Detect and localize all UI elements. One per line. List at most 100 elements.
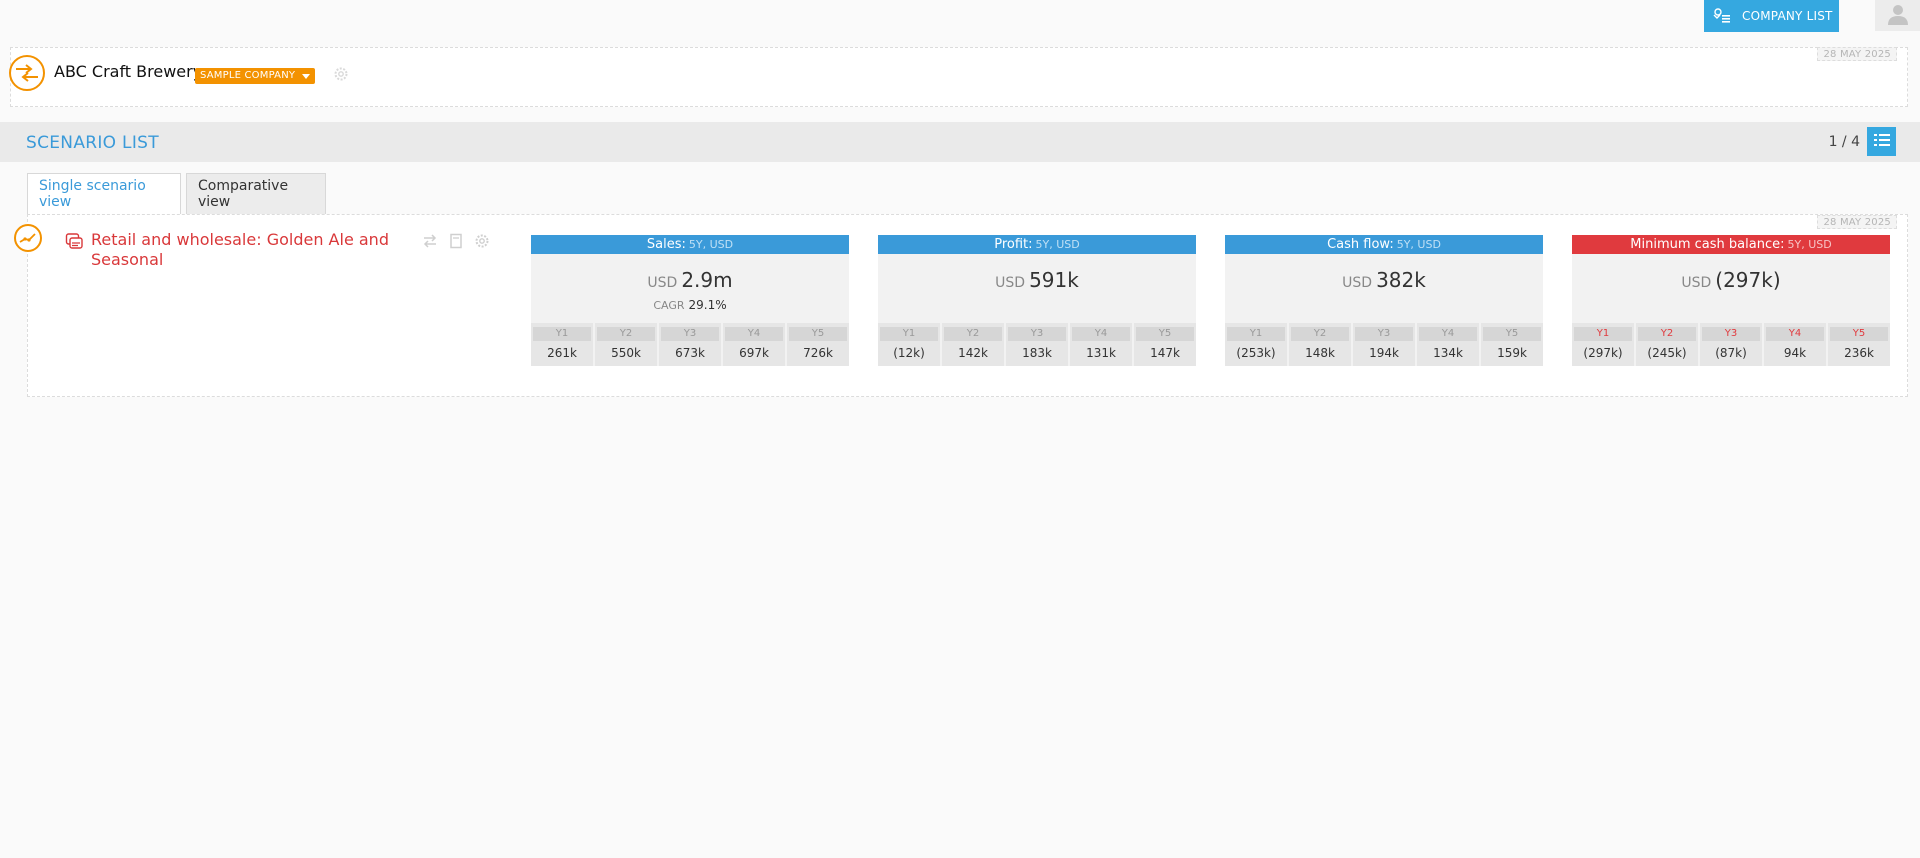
kpi-value: (297k) bbox=[1715, 268, 1781, 292]
year-value: 159k bbox=[1497, 346, 1527, 360]
kpi-value: 591k bbox=[1029, 268, 1079, 292]
list-view-button[interactable] bbox=[1867, 127, 1896, 156]
retail-store-icon bbox=[65, 232, 83, 254]
year-label: Y5 bbox=[1136, 327, 1194, 341]
year-label: Y4 bbox=[1766, 327, 1824, 341]
year-cell: Y3 183k bbox=[1006, 323, 1070, 366]
user-icon bbox=[1887, 3, 1909, 29]
year-value: 148k bbox=[1305, 346, 1335, 360]
company-date: 28 MAY 2025 bbox=[1817, 47, 1897, 61]
year-label: Y4 bbox=[1419, 327, 1477, 341]
year-label: Y1 bbox=[880, 327, 938, 341]
year-label: Y3 bbox=[1008, 327, 1066, 341]
year-label: Y5 bbox=[1830, 327, 1888, 341]
year-cell: Y2 142k bbox=[942, 323, 1006, 366]
year-value: 147k bbox=[1150, 346, 1180, 360]
company-header: ABC Craft Brewery SAMPLE COMPANY 28 MAY … bbox=[9, 47, 1908, 107]
kpi-min-cash-balance-total: USD (297k) bbox=[1572, 268, 1890, 292]
kpi-currency: USD bbox=[1681, 275, 1712, 291]
year-cell: Y5 159k bbox=[1481, 323, 1543, 366]
year-value: (245k) bbox=[1647, 346, 1687, 360]
year-cell: Y2 (245k) bbox=[1636, 323, 1700, 366]
year-cell: Y1 (12k) bbox=[878, 323, 942, 366]
year-label: Y5 bbox=[789, 327, 847, 341]
kpi-title: Profit: bbox=[994, 237, 1033, 252]
kpi-subtitle: 5Y, USD bbox=[1396, 238, 1441, 251]
year-value: 261k bbox=[547, 346, 577, 360]
kpi-sales-header: Sales: 5Y, USD bbox=[531, 235, 849, 254]
year-value: 673k bbox=[675, 346, 705, 360]
year-cell: Y4 697k bbox=[723, 323, 787, 366]
year-label: Y2 bbox=[944, 327, 1002, 341]
year-value: 726k bbox=[803, 346, 833, 360]
kpi-title: Cash flow: bbox=[1327, 237, 1394, 252]
kpi-min-cash-balance-header: Minimum cash balance: 5Y, USD bbox=[1572, 235, 1890, 254]
year-label: Y4 bbox=[1072, 327, 1130, 341]
year-cell: Y2 550k bbox=[595, 323, 659, 366]
compare-arrows-icon[interactable] bbox=[422, 233, 438, 253]
year-value: (87k) bbox=[1715, 346, 1747, 360]
kpi-sales-total: USD 2.9m bbox=[531, 268, 849, 292]
year-value: 183k bbox=[1022, 346, 1052, 360]
kpi-currency: USD bbox=[647, 275, 678, 291]
kpi-cash-flow-header: Cash flow: 5Y, USD bbox=[1225, 235, 1543, 254]
kpi-profit-card[interactable]: Profit: 5Y, USD USD 591k Y1 (12k) Y2 142k Y3… bbox=[878, 235, 1196, 366]
year-label: Y1 bbox=[1574, 327, 1632, 341]
year-cell: Y1 261k bbox=[531, 323, 595, 366]
tab-comparative-view[interactable]: Comparative view bbox=[186, 173, 326, 214]
year-label: Y4 bbox=[725, 327, 783, 341]
kpi-subtitle: 5Y, USD bbox=[1035, 238, 1080, 251]
kpi-subtitle: 5Y, USD bbox=[1787, 238, 1832, 251]
scenario-settings-gear-icon[interactable] bbox=[474, 233, 490, 253]
kpi-currency: USD bbox=[995, 275, 1026, 291]
year-value: (253k) bbox=[1236, 346, 1276, 360]
company-settings-gear-icon[interactable] bbox=[333, 66, 349, 86]
kpi-title: Minimum cash balance: bbox=[1630, 237, 1785, 252]
kpi-profit-header: Profit: 5Y, USD bbox=[878, 235, 1196, 254]
sample-company-dropdown[interactable]: SAMPLE COMPANY bbox=[195, 68, 316, 84]
company-list-label: COMPANY LIST bbox=[1742, 9, 1833, 23]
year-value: 550k bbox=[611, 346, 641, 360]
user-avatar[interactable] bbox=[1875, 0, 1920, 31]
kpi-cagr: CAGR 29.1% bbox=[531, 298, 849, 312]
kpi-currency: USD bbox=[1342, 275, 1373, 291]
kpi-cash-flow-card[interactable]: Cash flow: 5Y, USD USD 382k Y1 (253k) Y2 148… bbox=[1225, 235, 1543, 366]
year-label: Y2 bbox=[597, 327, 655, 341]
year-cell: Y4 131k bbox=[1070, 323, 1134, 366]
scenario-date: 28 MAY 2025 bbox=[1817, 215, 1897, 229]
year-cell: Y1 (297k) bbox=[1572, 323, 1636, 366]
scenario-name-link[interactable]: Retail and wholesale: Golden Ale and Sea… bbox=[91, 230, 391, 270]
kpi-min-cash-balance-card[interactable]: Minimum cash balance: 5Y, USD USD (297k) Y… bbox=[1572, 235, 1890, 366]
year-cell: Y5 726k bbox=[787, 323, 849, 366]
year-cell: Y5 236k bbox=[1828, 323, 1890, 366]
year-label: Y2 bbox=[1291, 327, 1349, 341]
kpi-value: 382k bbox=[1376, 268, 1426, 292]
company-name: ABC Craft Brewery bbox=[54, 62, 203, 81]
year-value: 131k bbox=[1086, 346, 1116, 360]
year-value: (297k) bbox=[1583, 346, 1623, 360]
year-value: 697k bbox=[739, 346, 769, 360]
year-label: Y1 bbox=[533, 327, 591, 341]
year-label: Y3 bbox=[1702, 327, 1760, 341]
year-label: Y5 bbox=[1483, 327, 1541, 341]
tab-single-scenario-view[interactable]: Single scenario view bbox=[27, 173, 181, 214]
year-value: (12k) bbox=[893, 346, 925, 360]
scenario-list-header: SCENARIO LIST 1 / 4 bbox=[0, 122, 1920, 162]
year-label: Y2 bbox=[1638, 327, 1696, 341]
company-logo-icon bbox=[9, 55, 45, 91]
company-list-button[interactable]: COMPANY LIST bbox=[1704, 0, 1839, 32]
year-value: 94k bbox=[1783, 346, 1807, 360]
caret-down-icon bbox=[302, 73, 311, 79]
year-cell: Y5 147k bbox=[1134, 323, 1196, 366]
cagr-label: CAGR bbox=[653, 299, 685, 312]
year-value: 134k bbox=[1433, 346, 1463, 360]
year-cell: Y2 148k bbox=[1289, 323, 1353, 366]
year-label: Y3 bbox=[1355, 327, 1413, 341]
kpi-sales-card[interactable]: Sales: 5Y, USD USD 2.9m CAGR 29.1% Y1 261k Y… bbox=[531, 235, 849, 366]
sample-company-label: SAMPLE COMPANY bbox=[200, 70, 296, 81]
scenario-pager: 1 / 4 bbox=[1828, 134, 1860, 150]
kpi-subtitle: 5Y, USD bbox=[688, 238, 734, 251]
document-icon[interactable] bbox=[448, 233, 464, 253]
list-icon bbox=[1873, 132, 1890, 151]
year-cell: Y1 (253k) bbox=[1225, 323, 1289, 366]
